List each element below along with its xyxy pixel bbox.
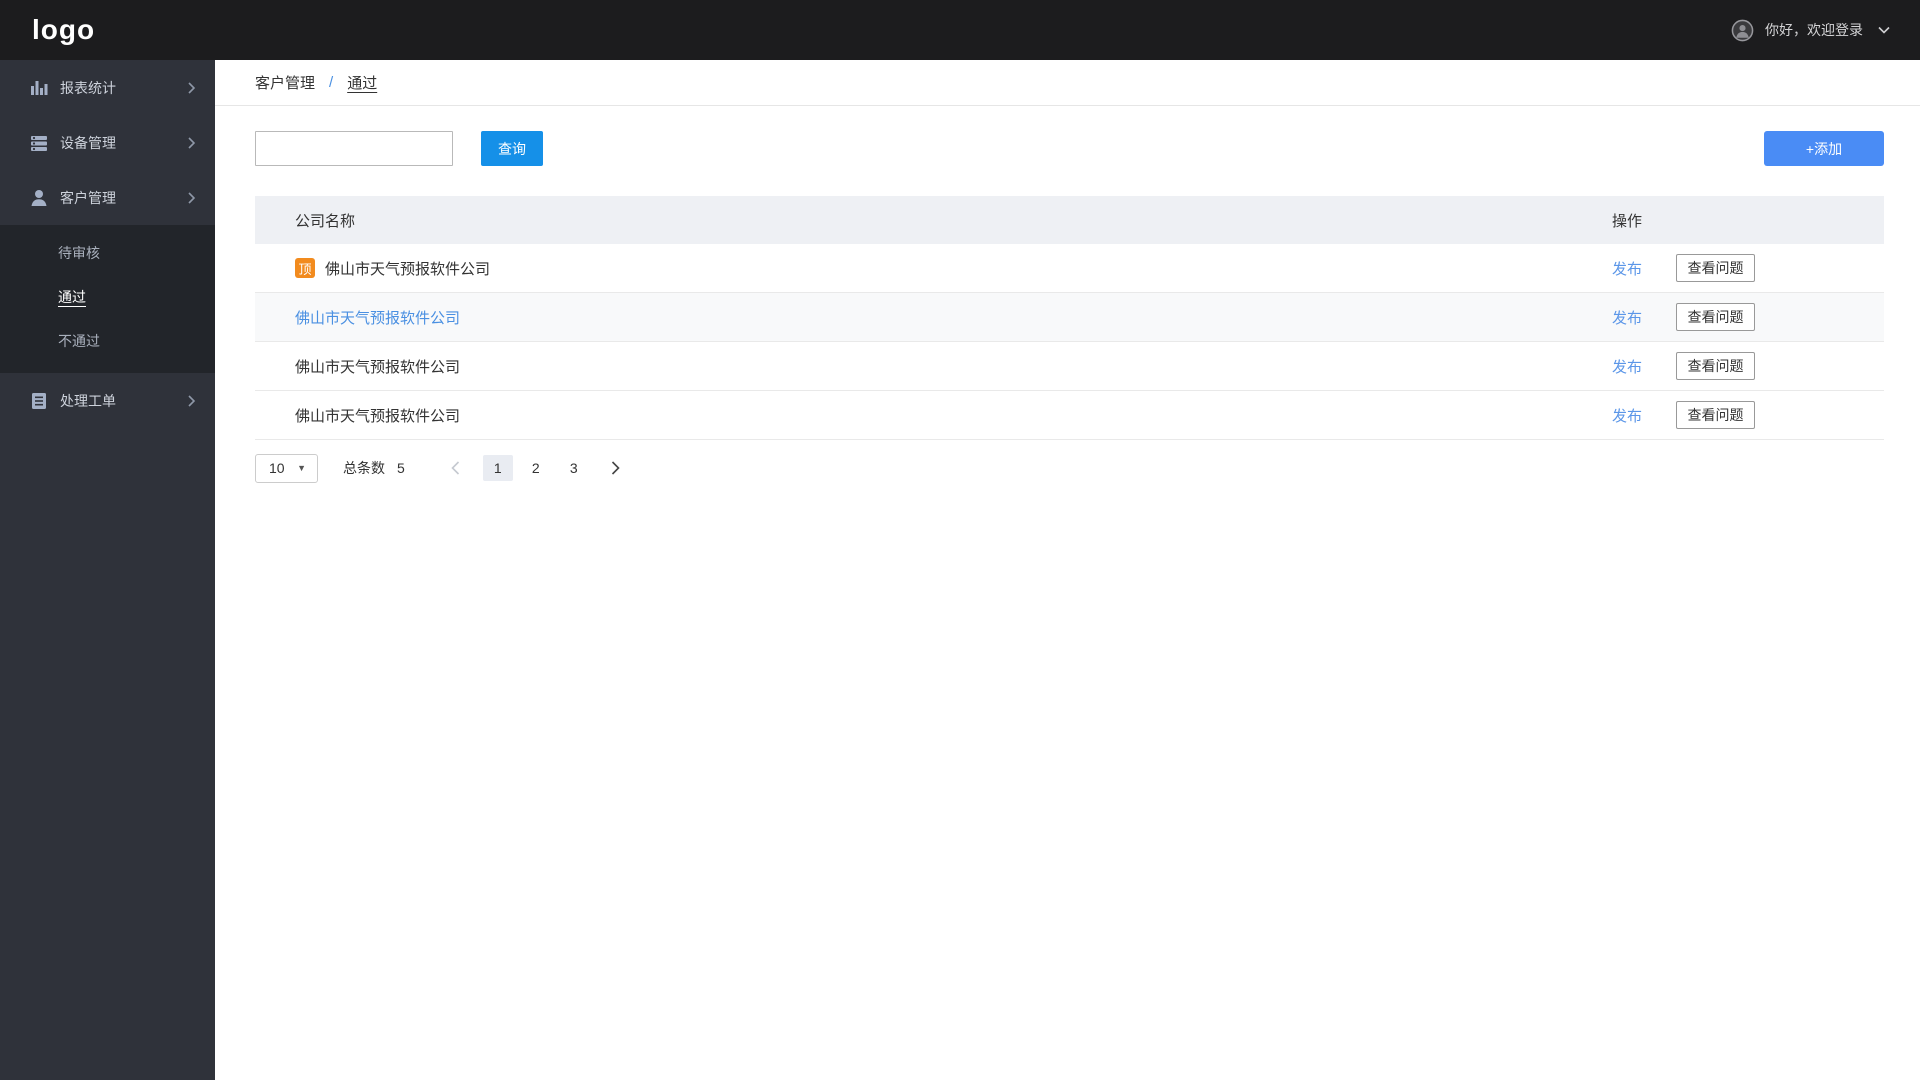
total-count: 总条数 5 xyxy=(343,458,405,478)
sidebar: 报表统计 设备管理 客户管理 待审核 通过 不通过 处理工单 xyxy=(0,60,215,1080)
document-icon xyxy=(32,392,46,409)
publish-link[interactable]: 发布 xyxy=(1612,307,1642,328)
chevron-down-icon xyxy=(1878,26,1890,34)
submenu-item-approved[interactable]: 通过 xyxy=(0,275,215,319)
main-content: 客户管理 / 通过 查询 +添加 公司名称 操作 顶 佛山市天气预报软件公司 发… xyxy=(215,60,1920,1080)
publish-link[interactable]: 发布 xyxy=(1612,258,1642,279)
page-size-select[interactable]: 10 ▼ xyxy=(255,453,318,483)
breadcrumb-parent[interactable]: 客户管理 xyxy=(255,72,315,93)
sidebar-item-report-stats[interactable]: 报表统计 xyxy=(0,60,215,115)
user-menu[interactable]: 你好，欢迎登录 xyxy=(1731,19,1890,42)
breadcrumb-current[interactable]: 通过 xyxy=(347,72,377,93)
sidebar-item-label: 处理工单 xyxy=(60,392,116,409)
sidebar-item-label: 设备管理 xyxy=(60,134,116,151)
table-header: 公司名称 操作 xyxy=(255,196,1884,244)
prev-page-button[interactable] xyxy=(445,455,467,481)
sidebar-item-work-orders[interactable]: 处理工单 xyxy=(0,373,215,428)
avatar-icon xyxy=(1731,19,1754,41)
publish-link[interactable]: 发布 xyxy=(1612,405,1642,426)
pager: 1 2 3 xyxy=(445,455,627,481)
server-icon xyxy=(31,135,47,151)
total-label: 总条数 xyxy=(343,460,385,476)
view-issues-button[interactable]: 查看问题 xyxy=(1676,352,1756,380)
submenu-item-pending[interactable]: 待审核 xyxy=(0,231,215,275)
view-issues-button[interactable]: 查看问题 xyxy=(1676,401,1756,429)
company-name: 佛山市天气预报软件公司 xyxy=(295,358,461,376)
company-table: 公司名称 操作 顶 佛山市天气预报软件公司 发布 查看问题 佛山市天气预报软件公… xyxy=(255,196,1884,440)
toolbar: 查询 +添加 xyxy=(215,106,1920,166)
company-name: 佛山市天气预报软件公司 xyxy=(325,260,491,278)
breadcrumb-separator: / xyxy=(329,74,334,91)
logo: logo xyxy=(32,14,96,45)
table-row: 佛山市天气预报软件公司 发布 查看问题 xyxy=(255,293,1884,342)
chevron-right-icon xyxy=(188,136,195,149)
page-size-value: 10 xyxy=(269,460,285,476)
table-row: 佛山市天气预报软件公司 发布 查看问题 xyxy=(255,391,1884,440)
sidebar-item-label: 报表统计 xyxy=(60,79,116,96)
next-page-button[interactable] xyxy=(605,455,627,481)
caret-down-icon: ▼ xyxy=(297,463,306,473)
top-bar: logo 你好，欢迎登录 xyxy=(0,0,1920,60)
page-button-1[interactable]: 1 xyxy=(482,455,513,481)
company-name-link[interactable]: 佛山市天气预报软件公司 xyxy=(295,307,460,328)
bar-chart-icon xyxy=(31,80,48,95)
user-icon xyxy=(31,189,47,206)
table-row: 顶 佛山市天气预报软件公司 发布 查看问题 xyxy=(255,244,1884,293)
column-header-operations: 操作 xyxy=(1612,212,1643,230)
page-button-3[interactable]: 3 xyxy=(559,455,589,481)
submenu-item-rejected[interactable]: 不通过 xyxy=(0,319,215,363)
view-issues-button[interactable]: 查看问题 xyxy=(1676,303,1756,331)
customer-submenu: 待审核 通过 不通过 xyxy=(0,225,215,373)
pagination: 10 ▼ 总条数 5 1 2 3 xyxy=(255,453,1884,483)
view-issues-button[interactable]: 查看问题 xyxy=(1676,254,1756,282)
sidebar-item-customer-mgmt[interactable]: 客户管理 xyxy=(0,170,215,225)
query-button[interactable]: 查询 xyxy=(481,131,543,166)
chevron-right-icon xyxy=(188,191,195,204)
breadcrumb: 客户管理 / 通过 xyxy=(215,60,1920,106)
column-header-company: 公司名称 xyxy=(295,212,356,230)
page-button-2[interactable]: 2 xyxy=(521,455,551,481)
search-input[interactable] xyxy=(255,131,453,166)
table-row: 佛山市天气预报软件公司 发布 查看问题 xyxy=(255,342,1884,391)
add-button[interactable]: +添加 xyxy=(1764,131,1884,166)
pinned-badge: 顶 xyxy=(295,258,315,278)
publish-link[interactable]: 发布 xyxy=(1612,356,1642,377)
sidebar-item-device-mgmt[interactable]: 设备管理 xyxy=(0,115,215,170)
user-greeting: 你好，欢迎登录 xyxy=(1765,22,1863,38)
total-value: 5 xyxy=(397,460,405,476)
sidebar-item-label: 客户管理 xyxy=(60,189,116,206)
chevron-right-icon xyxy=(188,394,195,407)
chevron-right-icon xyxy=(188,81,195,94)
company-name: 佛山市天气预报软件公司 xyxy=(295,407,461,425)
